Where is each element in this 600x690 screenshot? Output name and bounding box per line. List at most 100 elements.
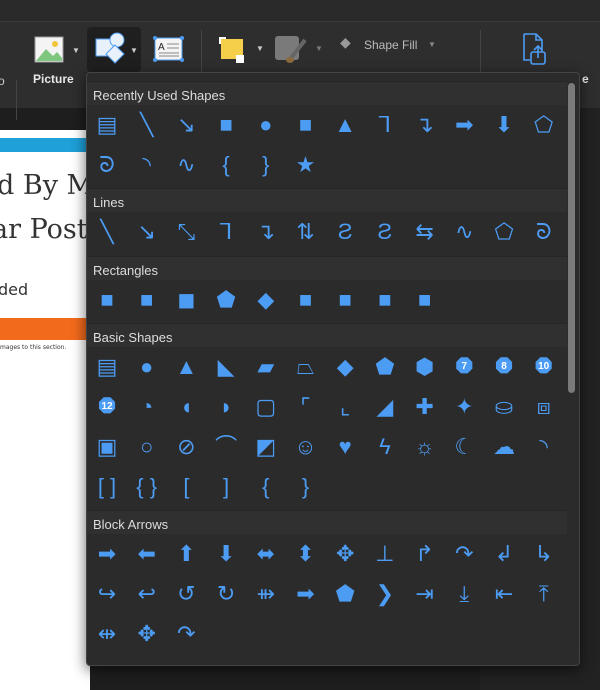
shape-double-bracket-icon[interactable]: [ ] xyxy=(91,471,123,503)
shape-triangle-icon[interactable]: ▲ xyxy=(329,109,361,141)
shape-freeform-icon[interactable]: ⬠ xyxy=(528,109,560,141)
shape-left-right-arrow-icon[interactable]: ⬌ xyxy=(250,538,282,570)
shape-folded-corner-icon[interactable]: ◩ xyxy=(250,431,282,463)
shape-curved-double-arrow-connector-icon[interactable]: ⇆ xyxy=(409,216,441,248)
shape-moon-icon[interactable]: ☾ xyxy=(448,431,480,463)
shape-round-same-side-icon[interactable]: ■ xyxy=(369,284,401,316)
shape-scribble-icon[interactable]: ᘐ xyxy=(528,216,560,248)
shape-left-arrow-icon[interactable]: ⬅ xyxy=(131,538,163,570)
shape-heart-icon[interactable]: ♥ xyxy=(329,431,361,463)
shape-down-arrow-icon[interactable]: ⬇ xyxy=(210,538,242,570)
shape-curved-left-arrow-icon[interactable]: ↩ xyxy=(131,578,163,610)
shape-chevron-icon[interactable]: ❯ xyxy=(369,578,401,610)
shape-down-arrow-callout-icon[interactable]: ⤓ xyxy=(448,578,480,610)
shape-arrow-line-icon[interactable]: ↘ xyxy=(131,216,163,248)
shape-smiley-face-icon[interactable]: ☺ xyxy=(290,431,322,463)
shape-elbow-double-arrow-connector-icon[interactable]: ⇅ xyxy=(290,216,322,248)
shape-left-brace-icon[interactable]: { xyxy=(250,471,282,503)
shape-hexagon-icon[interactable]: ⬢ xyxy=(409,351,441,383)
shape-pentagon-arrow-icon[interactable]: ⬟ xyxy=(329,578,361,610)
shape-right-brace-icon[interactable]: } xyxy=(250,149,282,181)
shape-diagonal-stripe-icon[interactable]: ◢ xyxy=(369,391,401,423)
shape-lightning-bolt-icon[interactable]: ϟ xyxy=(369,431,401,463)
shape-down-arrow-icon[interactable]: ⬇ xyxy=(488,109,520,141)
shape-line-icon[interactable]: ╲ xyxy=(91,216,123,248)
shape-rectangle-icon[interactable]: ■ xyxy=(210,109,242,141)
shape-snip-single-corner-icon[interactable]: ◼ xyxy=(170,284,202,316)
shape-right-brace-icon[interactable]: } xyxy=(290,471,322,503)
shape-donut-icon[interactable]: ○ xyxy=(131,431,163,463)
shape-pentagon-icon[interactable]: ⬟ xyxy=(369,351,401,383)
shape-curve-icon[interactable]: ∿ xyxy=(448,216,480,248)
shape-quad-arrow-icon[interactable]: ✥ xyxy=(329,538,361,570)
shape-octagon-icon[interactable]: ⯃ 8 xyxy=(488,351,520,383)
shape-frame-icon[interactable]: ▢ xyxy=(250,391,282,423)
shape-pie-icon[interactable]: ◔ xyxy=(131,391,163,423)
shape-no-symbol-icon[interactable]: ⊘ xyxy=(170,431,202,463)
shape-can-icon[interactable]: ⛀ xyxy=(488,391,520,423)
shape-double-arrow-line-icon[interactable]: ⤡ xyxy=(170,216,202,248)
scrollbar-thumb[interactable] xyxy=(568,83,575,393)
shape-bent-arrow-icon[interactable]: ↱ xyxy=(409,538,441,570)
shape-round-single-corner-icon[interactable]: ■ xyxy=(329,284,361,316)
shape-left-right-up-arrow-icon[interactable]: ⊥ xyxy=(369,538,401,570)
shape-elbow-connector-icon[interactable]: ⅂ xyxy=(210,216,242,248)
shape-text-box-icon[interactable]: ▤ xyxy=(91,109,123,141)
shape-diamond-icon[interactable]: ◆ xyxy=(329,351,361,383)
shape-curved-right-arrow-icon[interactable]: ↪ xyxy=(91,578,123,610)
shape-right-arrow-callout-icon[interactable]: ⇥ xyxy=(409,578,441,610)
shape-left-right-arrow-callout-icon[interactable]: ⇹ xyxy=(91,618,123,650)
shape-left-up-arrow-icon[interactable]: ↲ xyxy=(488,538,520,570)
shape-dodecagon-icon[interactable]: ⯃ 12 xyxy=(91,391,123,423)
shape-l-shape-icon[interactable]: ⌞ xyxy=(329,391,361,423)
shape-teardrop-icon[interactable]: ◗ xyxy=(210,391,242,423)
shape-decagon-icon[interactable]: ⯃ 10 xyxy=(528,351,560,383)
shape-freeform-icon[interactable]: ⬠ xyxy=(488,216,520,248)
shape-curve-icon[interactable]: ∿ xyxy=(170,149,202,181)
shape-text-box-icon[interactable]: ▤ xyxy=(91,351,123,383)
scrollbar[interactable] xyxy=(567,77,576,662)
shape-snip-same-side-icon[interactable]: ⬟ xyxy=(210,284,242,316)
arrange-button[interactable]: ▼ xyxy=(216,34,264,66)
shape-rounded-rectangle-icon[interactable]: ■ xyxy=(290,109,322,141)
shape-cross-icon[interactable]: ✚ xyxy=(409,391,441,423)
quick-styles-button[interactable]: ▼ xyxy=(273,34,323,66)
shape-right-triangle-icon[interactable]: ◣ xyxy=(210,351,242,383)
shape-snip-diagonal-icon[interactable]: ◆ xyxy=(250,284,282,316)
shape-half-frame-icon[interactable]: ⌜ xyxy=(290,391,322,423)
shape-striped-right-arrow-icon[interactable]: ⇻ xyxy=(250,578,282,610)
shape-up-arrow-callout-icon[interactable]: ⤒ xyxy=(528,578,560,610)
shape-u-turn-arrow-icon[interactable]: ↷ xyxy=(448,538,480,570)
shape-triangle-icon[interactable]: ▲ xyxy=(170,351,202,383)
shape-right-bracket-icon[interactable]: ] xyxy=(210,471,242,503)
shape-scribble-icon[interactable]: ᘐ xyxy=(91,149,123,181)
shape-plaque-icon[interactable]: ✦ xyxy=(448,391,480,423)
document-canvas[interactable]: d By Ma ar Poster ded mages to this sect… xyxy=(0,130,117,690)
shape-heptagon-icon[interactable]: ⯃ 7 xyxy=(448,351,480,383)
shape-double-brace-icon[interactable]: { } xyxy=(131,471,163,503)
shape-cube-icon[interactable]: ⧈ xyxy=(528,391,560,423)
shape-curved-connector-icon[interactable]: Ƨ xyxy=(329,216,361,248)
shapes-button[interactable]: ▼ xyxy=(87,27,141,72)
shape-rectangle-icon[interactable]: ■ xyxy=(91,284,123,316)
share-button[interactable] xyxy=(520,32,560,72)
shape-parallelogram-icon[interactable]: ▰ xyxy=(250,351,282,383)
shape-curved-down-arrow-icon[interactable]: ↻ xyxy=(210,578,242,610)
shape-line-icon[interactable]: ╲ xyxy=(131,109,163,141)
shape-round-diagonal-icon[interactable]: ■ xyxy=(409,284,441,316)
text-box-button[interactable]: A xyxy=(152,35,186,63)
shape-quad-arrow-callout-icon[interactable]: ✥ xyxy=(131,618,163,650)
shape-right-arrow-icon[interactable]: ➡ xyxy=(448,109,480,141)
shape-arc-icon[interactable]: ◝ xyxy=(528,431,560,463)
shape-oval-icon[interactable]: ● xyxy=(250,109,282,141)
shape-arc-icon[interactable]: ◝ xyxy=(131,149,163,181)
shape-right-arrow-icon[interactable]: ➡ xyxy=(91,538,123,570)
shape-up-down-arrow-icon[interactable]: ⬍ xyxy=(290,538,322,570)
shape-oval-icon[interactable]: ● xyxy=(131,351,163,383)
shape-elbow-connector-icon[interactable]: ⅂ xyxy=(369,109,401,141)
shape-cloud-icon[interactable]: ☁ xyxy=(488,431,520,463)
shape-snip-round-icon[interactable]: ■ xyxy=(290,284,322,316)
shape-elbow-arrow-connector-icon[interactable]: ↴ xyxy=(250,216,282,248)
shape-circular-arrow-icon[interactable]: ↷ xyxy=(170,618,202,650)
shape-chord-icon[interactable]: ◖ xyxy=(170,391,202,423)
